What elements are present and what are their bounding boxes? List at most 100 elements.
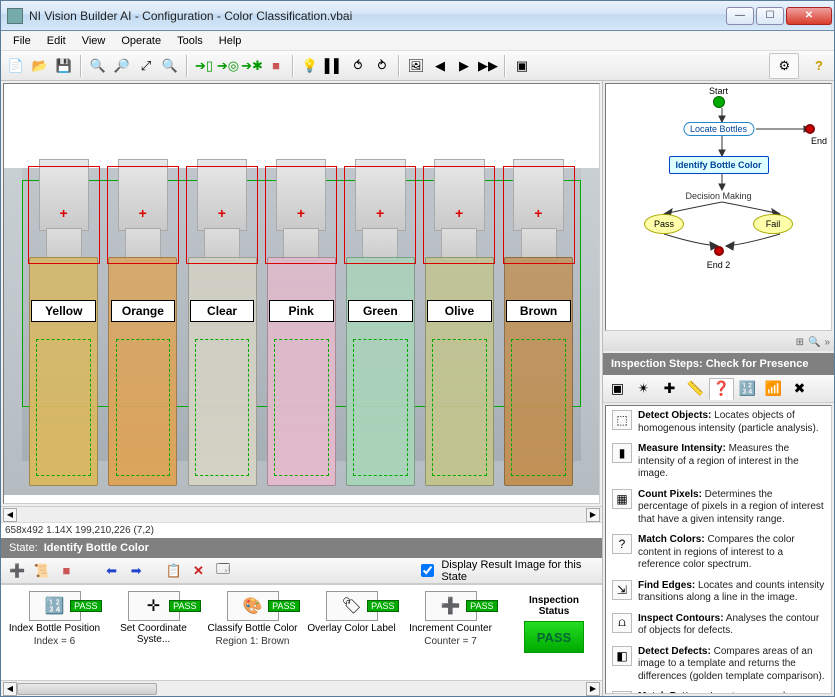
image-icon[interactable]: 🖼	[405, 55, 427, 77]
zoom-1to1-icon[interactable]: 🔍	[159, 55, 181, 77]
inspection-step-inspect-contours[interactable]: ⩍Inspect Contours: Analyses the contour …	[606, 609, 831, 642]
maximize-button[interactable]: ☐	[756, 7, 784, 25]
diagram-expand-icon[interactable]: »	[824, 337, 830, 348]
state-diagram[interactable]: Start Locate Bottles Identify Bottle Col…	[605, 83, 832, 331]
locate-icon[interactable]: ✚	[657, 378, 682, 400]
step-2[interactable]: 🎨PASSClassify Bottle ColorRegion 1: Brow…	[205, 591, 300, 647]
diagram-end2-node[interactable]	[714, 246, 724, 256]
step-3[interactable]: 🏷PASSOverlay Color Label	[304, 591, 399, 636]
diagram-end-node[interactable]	[805, 124, 815, 134]
menu-view[interactable]: View	[74, 33, 114, 49]
step-item-icon: ◧	[612, 646, 632, 666]
steps-scroll-thumb[interactable]	[17, 683, 157, 695]
right-column: Start Locate Bottles Identify Bottle Col…	[602, 81, 834, 696]
inspection-step-detect-objects[interactable]: ⬚Detect Objects: Locates objects of homo…	[606, 406, 831, 439]
diagram-toolbar: ⊞ 🔍 »	[603, 333, 834, 351]
step-icon: 🎨	[243, 596, 263, 616]
add-step-icon[interactable]: ➕	[7, 560, 28, 582]
steps-hscrollbar[interactable]: ◀ ▶	[1, 680, 602, 696]
diagram-locate-node[interactable]: Locate Bottles	[683, 122, 754, 136]
save-icon[interactable]: 💾	[53, 55, 75, 77]
properties-icon[interactable]: 🗔	[213, 560, 234, 582]
probe-icon[interactable]: ⥀	[347, 55, 369, 77]
menu-edit[interactable]: Edit	[39, 33, 74, 49]
next-arrow-icon[interactable]: ➡	[126, 560, 147, 582]
menu-file[interactable]: File	[5, 33, 39, 49]
image-viewer[interactable]: +Yellow+Orange+Clear+Pink+Green+Olive+Br…	[3, 83, 600, 504]
inspection-step-match-pattern[interactable]: ◎Match Pattern: Locates grayscale featur…	[606, 687, 831, 694]
measure-icon[interactable]: 📏	[683, 378, 708, 400]
state-stop-icon[interactable]: ■	[56, 560, 77, 582]
state-label: State:	[9, 542, 38, 554]
body-roi	[511, 339, 566, 476]
inspection-step-count-pixels[interactable]: ▦Count Pixels: Determines the percentage…	[606, 485, 831, 531]
step-item-text: Match Colors: Compares the color content…	[638, 534, 825, 572]
additional-icon[interactable]: ✖	[787, 378, 812, 400]
steps-scroll-right-icon[interactable]: ▶	[586, 682, 600, 696]
delete-icon[interactable]: ✕	[188, 560, 209, 582]
step-0[interactable]: 🔢PASSIndex Bottle PositionIndex = 6	[7, 591, 102, 647]
diagram-start-node[interactable]	[713, 96, 725, 108]
presence-icon[interactable]: ❓	[709, 378, 734, 400]
bulb-icon[interactable]: 💡	[299, 55, 321, 77]
title-bar: NI Vision Builder AI - Configuration - C…	[1, 1, 834, 31]
identify-icon[interactable]: 🔢	[735, 378, 760, 400]
step-icon: ➕	[441, 596, 461, 616]
run-step-icon[interactable]: ➔▯	[193, 55, 215, 77]
help-icon[interactable]: ?	[808, 55, 830, 77]
stop-icon[interactable]: ■	[265, 55, 287, 77]
inspection-step-match-colors[interactable]: ?Match Colors: Compares the color conten…	[606, 530, 831, 576]
highlight-icon[interactable]: ⥁	[371, 55, 393, 77]
comm-icon[interactable]: 📶	[761, 378, 786, 400]
scroll-left-icon[interactable]: ◀	[3, 508, 17, 522]
minimize-button[interactable]: —	[726, 7, 754, 25]
step-1[interactable]: ✛PASSSet Coordinate Syste...	[106, 591, 201, 647]
menu-help[interactable]: Help	[211, 33, 250, 49]
body-roi	[274, 339, 329, 476]
inspection-step-find-edges[interactable]: ⇲Find Edges: Locates and counts intensit…	[606, 576, 831, 609]
display-result-checkbox[interactable]: Display Result Image for this State	[417, 559, 596, 583]
enhance-icon[interactable]: ✴	[631, 378, 656, 400]
steps-scroll-left-icon[interactable]: ◀	[3, 682, 17, 696]
menu-operate[interactable]: Operate	[113, 33, 169, 49]
diagram-zoom-icon[interactable]: 🔍	[808, 337, 820, 348]
new-icon[interactable]: 📄	[5, 55, 27, 77]
pause-icon[interactable]: ▌▌	[323, 55, 345, 77]
acquire-icon[interactable]: ▣	[605, 378, 630, 400]
zoom-fit-icon[interactable]: ⤢	[135, 55, 157, 77]
window-title: NI Vision Builder AI - Configuration - C…	[29, 9, 724, 23]
clipboard-icon[interactable]: 📋	[164, 560, 185, 582]
inspection-step-measure-intensity[interactable]: ▮Measure Intensity: Measures the intensi…	[606, 439, 831, 485]
close-button[interactable]: ✕	[786, 7, 832, 25]
menu-tools[interactable]: Tools	[169, 33, 211, 49]
diagram-identify-node[interactable]: Identify Bottle Color	[669, 156, 769, 174]
image-prev-icon[interactable]: ◀	[429, 55, 451, 77]
zoom-out-icon[interactable]: 🔎	[111, 55, 133, 77]
script-icon[interactable]: 📜	[32, 560, 53, 582]
step-4[interactable]: ➕PASSIncrement CounterCounter = 7	[403, 591, 498, 647]
inspection-step-detect-defects[interactable]: ◧Detect Defects: Compares areas of an im…	[606, 642, 831, 688]
image-hscrollbar[interactable]: ◀ ▶	[1, 506, 602, 522]
diagram-view-icon[interactable]: ⊞	[796, 337, 804, 348]
toggle-icon[interactable]: ⚙	[773, 55, 795, 77]
step-title: Index Bottle Position	[9, 623, 100, 634]
display-result-checkbox-input[interactable]	[421, 564, 434, 577]
image-next-icon[interactable]: ▶▶	[477, 55, 499, 77]
run-once-icon[interactable]: ➔◎	[217, 55, 239, 77]
inspection-status-label: Inspection Status	[524, 595, 584, 617]
open-icon[interactable]: 📂	[29, 55, 51, 77]
body-roi	[116, 339, 171, 476]
prev-arrow-icon[interactable]: ⬅	[101, 560, 122, 582]
diagram-pass-node[interactable]: Pass	[644, 214, 684, 234]
diagram-fail-node[interactable]: Fail	[753, 214, 793, 234]
step-title: Increment Counter	[409, 623, 492, 634]
inspection-steps-list[interactable]: ⬚Detect Objects: Locates objects of homo…	[605, 405, 832, 694]
run-continuous-icon[interactable]: ➔✱	[241, 55, 263, 77]
pass-badge: PASS	[70, 600, 101, 612]
bottle-brown: +Brown	[503, 159, 575, 486]
image-play-icon[interactable]: ▶	[453, 55, 475, 77]
scroll-right-icon[interactable]: ▶	[586, 508, 600, 522]
pass-badge: PASS	[466, 600, 497, 612]
zoom-in-icon[interactable]: 🔍	[87, 55, 109, 77]
overlay-icon[interactable]: ▣	[511, 55, 533, 77]
